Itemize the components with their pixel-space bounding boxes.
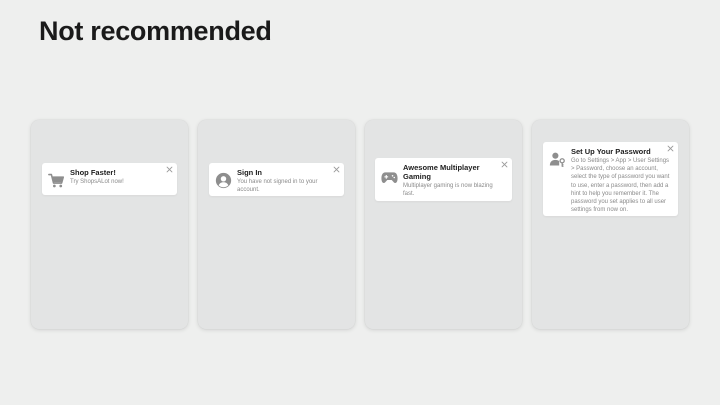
banner-title: Set Up Your Password: [571, 147, 651, 156]
banner-body: You have not signed in to your account.: [237, 179, 318, 194]
banner-title: Awesome Multiplayer Gaming: [403, 163, 480, 181]
device-screen-4: Set Up Your Password Go to Settings > Ap…: [532, 120, 689, 329]
person-key-icon: [549, 151, 566, 168]
banner-title: Shop Faster!: [70, 168, 116, 177]
notification-banner-sign-in[interactable]: Sign In You have not signed in to your a…: [209, 163, 344, 196]
close-icon[interactable]: [333, 166, 340, 173]
page-title: Not recommended: [39, 16, 272, 46]
notification-banner-gaming[interactable]: Awesome Multiplayer Gaming Multiplayer g…: [375, 158, 512, 201]
banner-body: Try ShopsALot now!: [70, 179, 124, 185]
notification-banner-password[interactable]: Set Up Your Password Go to Settings > Ap…: [543, 142, 678, 216]
banner-body: Go to Settings > App > User Settings > P…: [571, 158, 670, 214]
notification-banner-shop[interactable]: Shop Faster! Try ShopsALot now!: [42, 163, 177, 195]
banner-title: Sign In: [237, 168, 262, 177]
device-screen-1: Shop Faster! Try ShopsALot now!: [31, 120, 188, 329]
device-screen-3: Awesome Multiplayer Gaming Multiplayer g…: [365, 120, 522, 329]
person-circle-icon: [215, 172, 232, 189]
gamecontroller-icon: [381, 169, 398, 186]
close-icon[interactable]: [166, 166, 173, 173]
close-icon[interactable]: [667, 145, 674, 152]
banner-body: Multiplayer gaming is now blazing fast.: [403, 183, 493, 198]
close-icon[interactable]: [501, 161, 508, 168]
device-screen-2: Sign In You have not signed in to your a…: [198, 120, 355, 329]
cart-icon: [48, 172, 65, 189]
